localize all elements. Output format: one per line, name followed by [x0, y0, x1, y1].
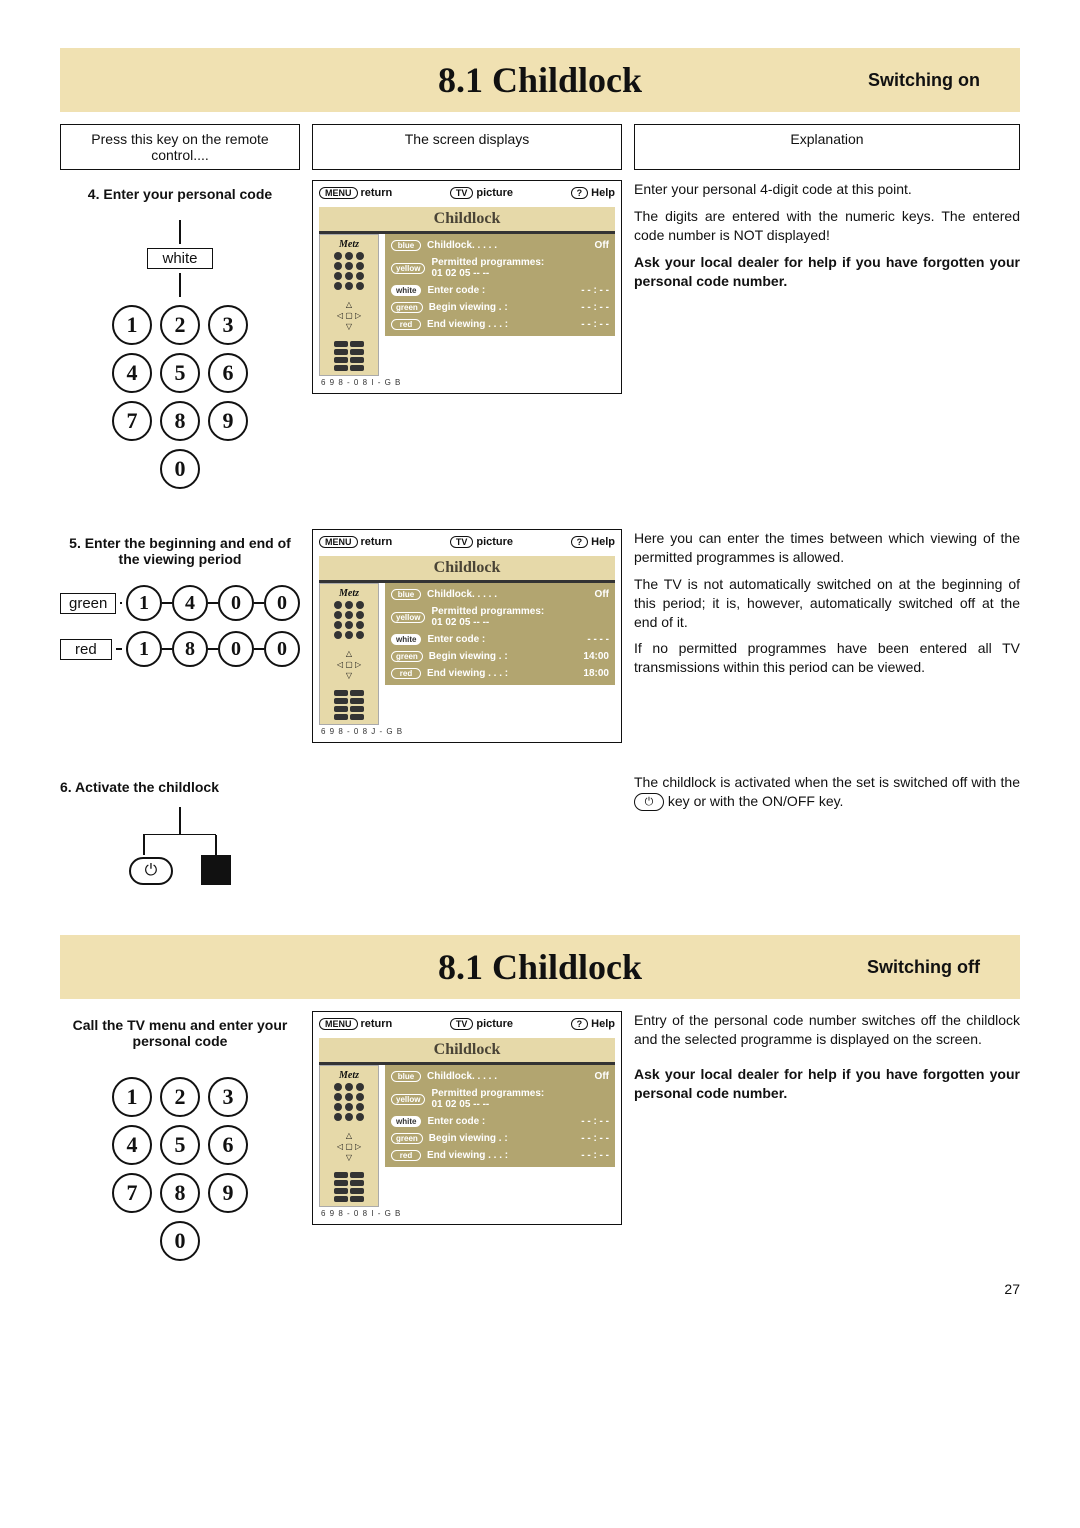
key-7[interactable]: 7 — [112, 1173, 152, 1213]
power-inline-icon: ⏻ — [634, 793, 664, 811]
key-6[interactable]: 6 — [208, 1125, 248, 1165]
key-0[interactable]: 0 — [160, 1221, 200, 1261]
red-button: red — [391, 319, 421, 330]
remote-icon: Metz △ ◁ ▢ ▷ ▽ — [319, 583, 379, 725]
menu-pill-icon: MENU — [319, 187, 358, 199]
step5-tv: MENUreturn TVpicture ?Help Childlock Met… — [312, 529, 622, 743]
onoff-key-icon[interactable] — [201, 855, 231, 885]
key-9[interactable]: 9 — [208, 1173, 248, 1213]
step5-title: 5. Enter the beginning and end of the vi… — [60, 535, 300, 567]
section2-explain: Entry of the personal code number switch… — [634, 1011, 1020, 1261]
key-0[interactable]: 0 — [160, 449, 200, 489]
green-button: green — [391, 302, 423, 313]
step4-tv: MENUreturn TVpicture ?Help Childlock Met… — [312, 180, 622, 489]
key-4[interactable]: 4 — [112, 1125, 152, 1165]
step5-left: 5. Enter the beginning and end of the vi… — [60, 529, 300, 743]
step6-explain: The childlock is activated when the set … — [634, 773, 1020, 885]
column-headers: Press this key on the remote control....… — [60, 124, 1020, 170]
key-5[interactable]: 5 — [160, 353, 200, 393]
key-8[interactable]: 8 — [160, 401, 200, 441]
key-2[interactable]: 2 — [160, 305, 200, 345]
step4-row: 4. Enter your personal code white 1 2 3 … — [60, 180, 1020, 489]
step6-title: 6. Activate the childlock — [60, 779, 300, 795]
step4-title: 4. Enter your personal code — [60, 186, 300, 202]
key-4[interactable]: 4 — [112, 353, 152, 393]
key-2[interactable]: 2 — [160, 1077, 200, 1117]
key-1[interactable]: 1 — [112, 305, 152, 345]
activate-diagram: ⏻ — [60, 807, 300, 885]
white-key-label: white — [147, 248, 212, 269]
key-3[interactable]: 3 — [208, 1077, 248, 1117]
white-button: white — [391, 285, 421, 296]
section2-row: Call the TV menu and enter your personal… — [60, 1011, 1020, 1261]
key-5[interactable]: 5 — [160, 1125, 200, 1165]
key-7[interactable]: 7 — [112, 401, 152, 441]
col-screen-label: The screen displays — [312, 124, 622, 170]
step4-explain: Enter your personal 4-digit code at this… — [634, 180, 1020, 489]
help-pill-icon: ? — [571, 187, 589, 199]
green-label: green — [60, 593, 116, 614]
green-sequence: 1 4 0 0 — [126, 585, 300, 621]
step6-left: 6. Activate the childlock ⏻ — [60, 773, 300, 885]
key-8[interactable]: 8 — [160, 1173, 200, 1213]
section2-tv: MENUreturn TVpicture ?Help Childlock Met… — [312, 1011, 622, 1261]
blue-button: blue — [391, 240, 421, 251]
key-6[interactable]: 6 — [208, 353, 248, 393]
tv-pill-icon: TV — [450, 187, 474, 199]
page-number: 27 — [60, 1281, 1020, 1297]
tv-footer: 6 9 8 - 0 8 I - G B — [319, 376, 615, 387]
section1-header: 8.1 Childlock Switching on — [60, 48, 1020, 112]
section1-subtitle: Switching on — [868, 70, 1020, 91]
menu-title: Childlock — [319, 207, 615, 234]
step5-row: 5. Enter the beginning and end of the vi… — [60, 529, 1020, 743]
col-explain-label: Explanation — [634, 124, 1020, 170]
section2-header: 8.1 Childlock Switching off — [60, 935, 1020, 999]
key-3[interactable]: 3 — [208, 305, 248, 345]
col-remote-label: Press this key on the remote control.... — [60, 124, 300, 170]
red-label: red — [60, 639, 112, 660]
section2-left: Call the TV menu and enter your personal… — [60, 1011, 300, 1261]
step4-left: 4. Enter your personal code white 1 2 3 … — [60, 180, 300, 489]
section2-step-title: Call the TV menu and enter your personal… — [60, 1017, 300, 1049]
numeric-keypad: 1 2 3 4 5 6 7 8 9 — [112, 1077, 248, 1213]
section2-subtitle: Switching off — [867, 957, 1020, 978]
red-sequence: 1 8 0 0 — [126, 631, 300, 667]
yellow-button: yellow — [391, 263, 425, 274]
power-icon[interactable]: ⏻ — [129, 857, 173, 885]
numeric-keypad: 1 2 3 4 5 6 7 8 9 — [112, 305, 248, 441]
remote-icon: Metz △ ◁ ▢ ▷ ▽ — [319, 1065, 379, 1207]
keypad-diagram: white 1 2 3 4 5 6 7 8 9 0 — [60, 220, 300, 489]
key-9[interactable]: 9 — [208, 401, 248, 441]
step6-row: 6. Activate the childlock ⏻ The childloc… — [60, 773, 1020, 885]
remote-icon: Metz △ ◁ ▢ ▷ ▽ — [319, 234, 379, 376]
step5-explain: Here you can enter the times between whi… — [634, 529, 1020, 743]
key-1[interactable]: 1 — [112, 1077, 152, 1117]
